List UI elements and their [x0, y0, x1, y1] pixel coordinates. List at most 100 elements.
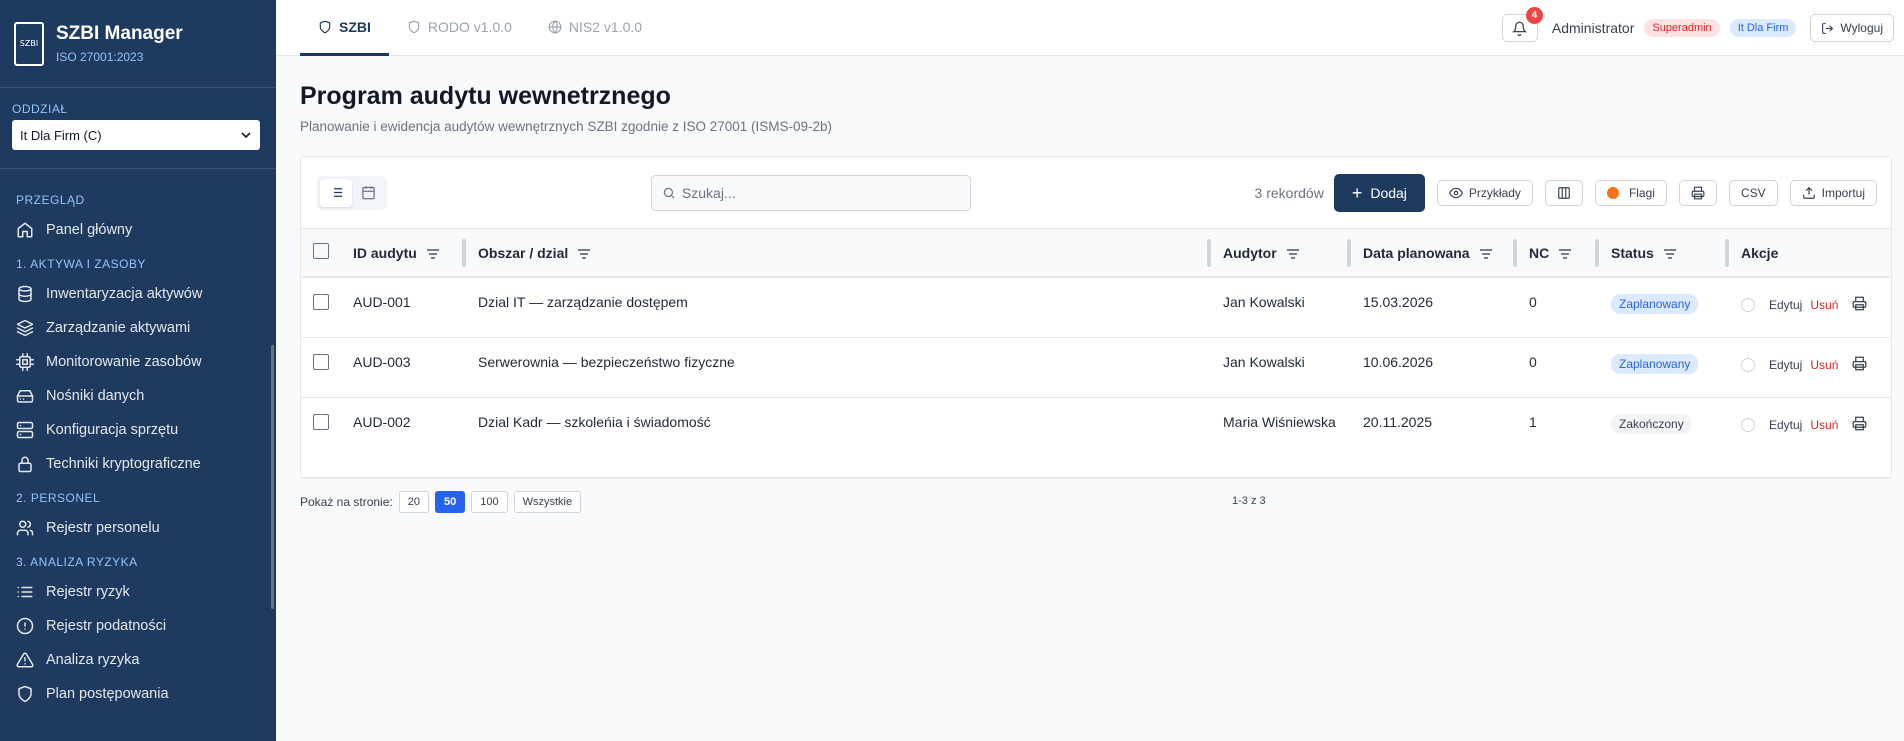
column-menu-icon[interactable] — [1559, 249, 1572, 259]
col-date[interactable]: Data planowana — [1351, 229, 1517, 277]
sidebar-nav: PRZEGLĄD Panel główny 1. AKTYWA I ZASOBY In… — [0, 169, 276, 711]
search-box[interactable] — [651, 175, 971, 211]
tab-rodo-v1-0-0[interactable]: RODO v1.0.0 — [389, 0, 530, 56]
calendar-view-button[interactable] — [352, 179, 384, 207]
edit-button[interactable]: Edytuj — [1769, 418, 1802, 432]
flags-button[interactable]: Flagi — [1594, 180, 1667, 206]
col-auditor[interactable]: Audytor — [1211, 229, 1351, 277]
csv-label: CSV — [1740, 186, 1766, 200]
sidebar-item-rejestr-personelu[interactable]: Rejestr personelu — [0, 511, 276, 545]
branch-select[interactable]: It Dla Firm (C) — [12, 120, 260, 150]
columns-button[interactable] — [1544, 180, 1583, 206]
server-icon — [16, 421, 34, 439]
sidebar-item-nosniki-danych[interactable]: Nośniki danych — [0, 379, 276, 413]
search-input[interactable] — [681, 185, 960, 201]
table-row[interactable]: AUD-003 Serwerownia — bezpieczeństwo fizy… — [301, 337, 1891, 397]
table-row[interactable]: AUD-001 Dzial IT — zarządzanie dostępem Ja… — [301, 277, 1891, 337]
edit-button[interactable]: Edytuj — [1769, 358, 1802, 372]
row-actions: Edytuj Usuń — [1741, 354, 1879, 374]
page-size-50[interactable]: 50 — [434, 490, 466, 513]
cell-auditor: Maria Wiśniewska — [1223, 413, 1336, 430]
page-title: Program audytu wewnetrznego — [300, 82, 671, 110]
sidebar-item-plan-postepowania[interactable]: Plan postępowania — [0, 677, 276, 711]
row-checkbox[interactable] — [313, 353, 329, 370]
lock-icon — [18, 456, 32, 473]
tab-nis2-v1-0-0[interactable]: NIS2 v1.0.0 — [530, 0, 660, 56]
delete-button[interactable]: Usuń — [1810, 418, 1838, 432]
tab-label: NIS2 v1.0.0 — [568, 19, 643, 35]
table-row[interactable]: AUD-002 Dzial Kadr — szkoleńia i świadomo… — [301, 397, 1891, 477]
print-row-button[interactable] — [1846, 416, 1867, 434]
list-view-button[interactable] — [320, 178, 352, 207]
column-menu-icon[interactable] — [1286, 249, 1299, 259]
col-status[interactable]: Status — [1599, 229, 1729, 277]
column-menu-icon[interactable] — [578, 249, 591, 259]
cell-id: AUD-002 — [353, 413, 411, 430]
delete-button[interactable]: Usuń — [1810, 358, 1838, 372]
page-size-20[interactable]: 20 — [398, 490, 429, 513]
print-row-button[interactable] — [1846, 356, 1867, 374]
column-menu-icon[interactable] — [1663, 249, 1676, 259]
sidebar-item-label: Rejestr ryzyk — [46, 584, 130, 600]
sidebar-item-panel-glowny[interactable]: Panel główny — [0, 213, 276, 247]
add-button[interactable]: + Dodaj — [1333, 174, 1425, 212]
brand-subtitle: ISO 27001:2023 — [56, 50, 144, 64]
flag-toggle-icon[interactable] — [1741, 357, 1755, 372]
sidebar-item-inwentaryzacja-aktywow[interactable]: Inwentaryzacja aktywów — [0, 277, 276, 311]
row-actions: Edytuj Usuń — [1741, 294, 1879, 314]
col-nc[interactable]: NC — [1517, 229, 1599, 277]
examples-button[interactable]: Przykłady — [1436, 180, 1533, 206]
col-area[interactable]: Obszar / dzial — [466, 229, 1211, 277]
col-id[interactable]: ID audytu — [341, 229, 466, 277]
layers-icon — [16, 319, 34, 337]
brand[interactable]: SZBI SZBI Manager ISO 27001:2023 — [0, 0, 276, 88]
select-all-checkbox[interactable] — [313, 243, 329, 259]
row-checkbox[interactable] — [313, 294, 329, 310]
print-row-button[interactable] — [1846, 296, 1867, 314]
nav-section-title: 3. ANALIZA RYZYKA — [16, 555, 138, 569]
sidebar-item-konfiguracja-sprzetu[interactable]: Konfiguracja sprzętu — [0, 413, 276, 447]
page-size-options: 20 50 100 Wszystkie — [393, 490, 582, 513]
notifications-button[interactable]: 4 — [1501, 7, 1543, 42]
flag-toggle-icon[interactable] — [1741, 298, 1755, 312]
upload-icon — [1802, 186, 1815, 199]
add-label: Dodaj — [1370, 185, 1407, 201]
flag-toggle-icon[interactable] — [1741, 417, 1755, 432]
column-menu-icon[interactable] — [1479, 249, 1492, 259]
plus-icon: + — [1351, 183, 1363, 203]
sidebar-item-analiza-ryzyka[interactable]: Analiza ryzyka — [0, 643, 276, 677]
column-menu-icon[interactable] — [426, 249, 439, 259]
sidebar-item-monitorowanie-zasobow[interactable]: Monitorowanie zasobów — [0, 345, 276, 379]
sidebar-item-label: Panel główny — [46, 222, 133, 238]
row-checkbox[interactable] — [313, 413, 329, 430]
page-size-label: Pokaż na stronie: — [300, 494, 393, 509]
logout-button[interactable]: Wyloguj — [1810, 14, 1894, 42]
cell-date: 20.11.2025 — [1363, 413, 1433, 430]
status-badge: Zakończony — [1611, 413, 1692, 434]
role-badge: Superadmin — [1644, 19, 1720, 37]
delete-button[interactable]: Usuń — [1810, 298, 1838, 312]
edit-button[interactable]: Edytuj — [1769, 298, 1802, 312]
sidebar-scrollbar[interactable] — [271, 345, 274, 609]
sidebar-item-rejestr-podatnosci[interactable]: Rejestr podatności — [0, 609, 276, 643]
pagination: Pokaż na stronie: 20 50 100 Wszystkie 1-3 z… — [300, 490, 1892, 513]
tab-szbi[interactable]: SZBI — [300, 0, 389, 56]
cell-status: Zaplanowany — [1599, 277, 1729, 337]
shield-icon — [319, 20, 331, 33]
brand-title: SZBI Manager — [56, 23, 183, 44]
page-subtitle: Planowanie i ewidencja audytów wewnętrzn… — [300, 119, 833, 134]
cell-area: Dzial IT — zarządzanie dostępem — [478, 294, 688, 310]
page-size-100[interactable]: 100 — [471, 490, 508, 513]
col-actions: Akcje — [1729, 229, 1891, 277]
cell-area: Dzial Kadr — szkoleńia i świadomość — [478, 413, 711, 430]
hard-drive-icon — [16, 390, 34, 403]
alert-triangle-icon — [16, 652, 34, 668]
page-size-wszystkie[interactable]: Wszystkie — [513, 490, 582, 513]
print-button[interactable] — [1678, 180, 1717, 206]
sidebar-item-techniki-kryptograficzne[interactable]: Techniki kryptograficzne — [0, 447, 276, 481]
sidebar-item-rejestr-ryzyk[interactable]: Rejestr ryzyk — [0, 575, 276, 609]
sidebar-item-zarzadzanie-aktywami[interactable]: Zarządzanie aktywami — [0, 311, 276, 345]
import-button[interactable]: Importuj — [1789, 180, 1877, 206]
sidebar-item-label: Inwentaryzacja aktywów — [46, 286, 203, 302]
csv-button[interactable]: CSV — [1728, 180, 1778, 206]
